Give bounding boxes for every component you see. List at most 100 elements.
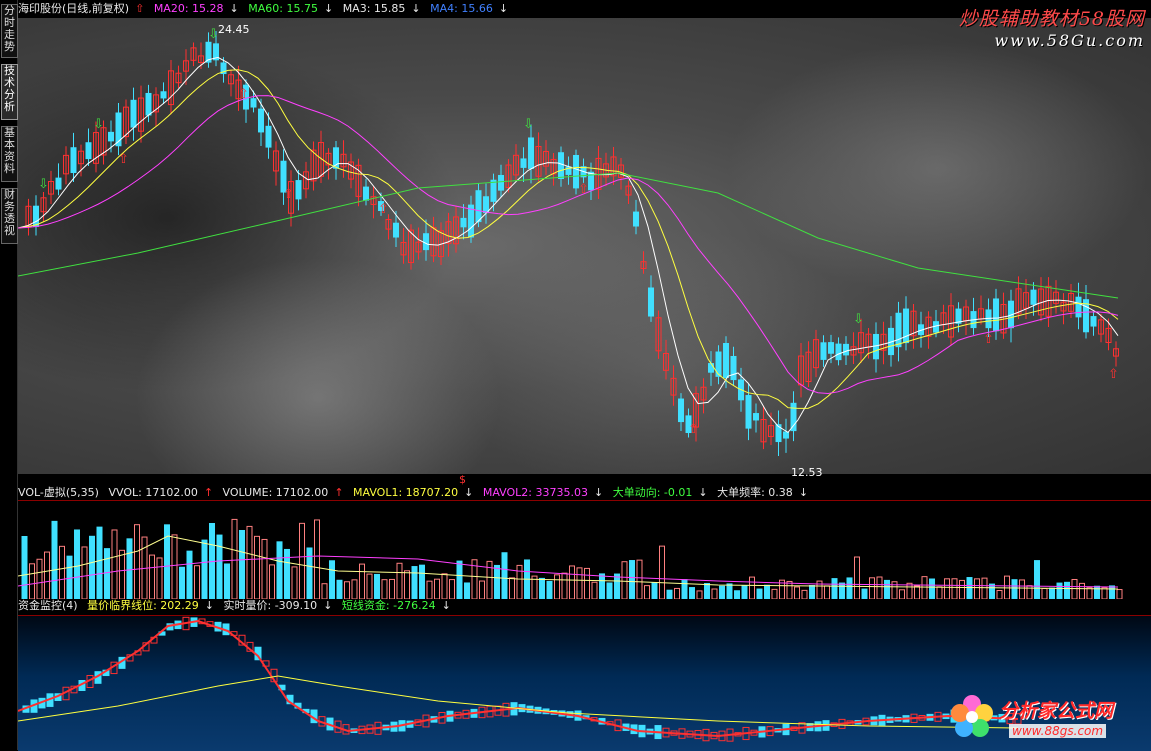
logo-58gu-text: 炒股辅助教材58股网	[958, 8, 1145, 30]
tab-intraday-label: 分时走势	[4, 4, 15, 53]
logo-88gs-url: www.88gs.com	[1009, 724, 1107, 738]
volume-bar	[404, 570, 410, 599]
flower-logo-icon	[951, 695, 993, 737]
volume-bar	[989, 583, 995, 599]
volume-bar	[629, 560, 635, 599]
candle-body	[130, 99, 137, 128]
candlestick-chart[interactable]: ⇩ ⇩ ⇩ ⇩ ⇩ ⇧ ⇧ ⇧ ⇧ ⇧ ⇧ ⇧ ⇧	[18, 18, 1151, 474]
realtime-value: 实时量价: -309.10	[223, 599, 318, 612]
volume-bar	[944, 578, 950, 599]
ma20-value: MA20: 15.28	[153, 2, 224, 15]
volume-bar	[351, 579, 358, 599]
volume-bar	[36, 558, 43, 599]
volume-bar	[434, 578, 440, 599]
tab-financials[interactable]: 财务透视	[1, 188, 18, 244]
candle-body	[490, 179, 497, 202]
volume-bar	[426, 580, 433, 599]
volume-bar	[929, 578, 935, 599]
candle-body	[475, 190, 482, 223]
candle-body	[265, 125, 272, 148]
down-arrow-icon: ↓	[698, 486, 708, 499]
volume-bar	[224, 563, 230, 599]
stock-title: 海印股份(日线,前复权)	[18, 2, 130, 15]
volume-bar	[216, 534, 223, 599]
volume-bar	[591, 581, 598, 599]
candle-body	[633, 211, 639, 227]
volume-bar	[119, 549, 125, 599]
fund-indicator-name: 资金监控(4)	[18, 599, 78, 612]
volume-bar	[659, 545, 665, 599]
volume-bar	[381, 579, 388, 599]
volume-bar	[741, 585, 748, 599]
candle-body	[993, 298, 999, 332]
volume-bar	[651, 582, 658, 599]
candlestick-canvas: ⇩⇩⇩⇩⇩⇧⇧⇧⇧⇧⇧⇧⇧	[18, 27, 1119, 457]
volume-bar	[284, 548, 290, 599]
candle-body	[528, 137, 534, 169]
ma-line-green	[18, 172, 1119, 299]
volume-bar	[411, 566, 418, 599]
volume-bar	[764, 584, 770, 599]
candle-body	[108, 131, 114, 142]
volume-bar	[584, 567, 590, 599]
volume-bar	[854, 556, 860, 599]
ma60-value: MA60: 15.75	[248, 2, 318, 15]
volume-bar	[644, 585, 650, 599]
up-arrow-icon: ↑	[203, 486, 214, 499]
candle-body	[1075, 296, 1082, 318]
candle-body	[745, 395, 752, 429]
candle-body	[783, 431, 789, 439]
volume-value: VOLUME: 17102.00	[222, 486, 329, 499]
volume-bar	[171, 534, 178, 599]
candle-body	[1030, 289, 1037, 305]
volume-bar	[959, 579, 965, 599]
tab-fundamentals[interactable]: 基本资料	[1, 126, 18, 182]
signal-arrow-icon: ⇩	[93, 117, 104, 132]
volume-bar	[869, 577, 875, 599]
candle-body	[33, 205, 39, 227]
signal-arrow-icon: ⇧	[983, 332, 994, 347]
big-order-value: 大单动向: -0.01	[612, 486, 693, 499]
volume-bar	[186, 550, 193, 599]
volume-bar	[554, 574, 560, 599]
volume-bar	[59, 545, 65, 599]
signal-arrow-icon: ⇩	[523, 117, 534, 132]
up-arrow-icon: ↑	[334, 486, 344, 499]
volume-bar	[374, 573, 380, 599]
signal-arrow-icon: ⇧	[283, 187, 294, 202]
down-arrow-icon: ↓	[229, 2, 239, 15]
mavol2-value: MAVOL2: 33735.03	[482, 486, 588, 499]
volume-bar	[276, 541, 283, 599]
tab-technical[interactable]: 技术分析	[1, 64, 18, 120]
down-arrow-icon: ↓	[798, 486, 809, 499]
volume-bar	[299, 522, 305, 599]
candle-body	[835, 343, 842, 361]
volume-bar	[396, 562, 403, 599]
candle-body	[85, 142, 92, 160]
volume-bar	[906, 582, 913, 599]
candle-body	[753, 413, 759, 421]
volume-bar	[96, 526, 103, 599]
volume-bar	[576, 567, 583, 599]
candle-body	[393, 222, 399, 238]
fund-monitor-header: 资金监控(4) 量价临界线位: 202.29 ↓ 实时量价: -309.10 ↓ 短…	[18, 598, 1151, 614]
volume-bar	[606, 582, 613, 599]
volume-chart[interactable]	[18, 500, 1151, 599]
volume-bar	[539, 577, 545, 599]
signal-arrow-icon: ⇧	[378, 202, 389, 217]
volume-bar	[1056, 582, 1063, 599]
volume-bar	[194, 565, 200, 599]
candle-body	[498, 174, 504, 191]
tab-intraday[interactable]: 分时走势	[1, 4, 18, 58]
volume-bar	[516, 564, 523, 599]
volume-bar	[89, 535, 95, 599]
candle-body	[483, 196, 489, 214]
volume-bar	[974, 578, 980, 599]
candle-body	[955, 308, 962, 324]
down-arrow-icon: ↓	[441, 599, 451, 612]
volume-bar	[636, 559, 643, 599]
signal-arrow-icon: ⇧	[578, 182, 589, 197]
volume-bar	[876, 576, 883, 599]
down-arrow-icon: ↓	[464, 486, 474, 499]
candle-body	[558, 152, 564, 180]
